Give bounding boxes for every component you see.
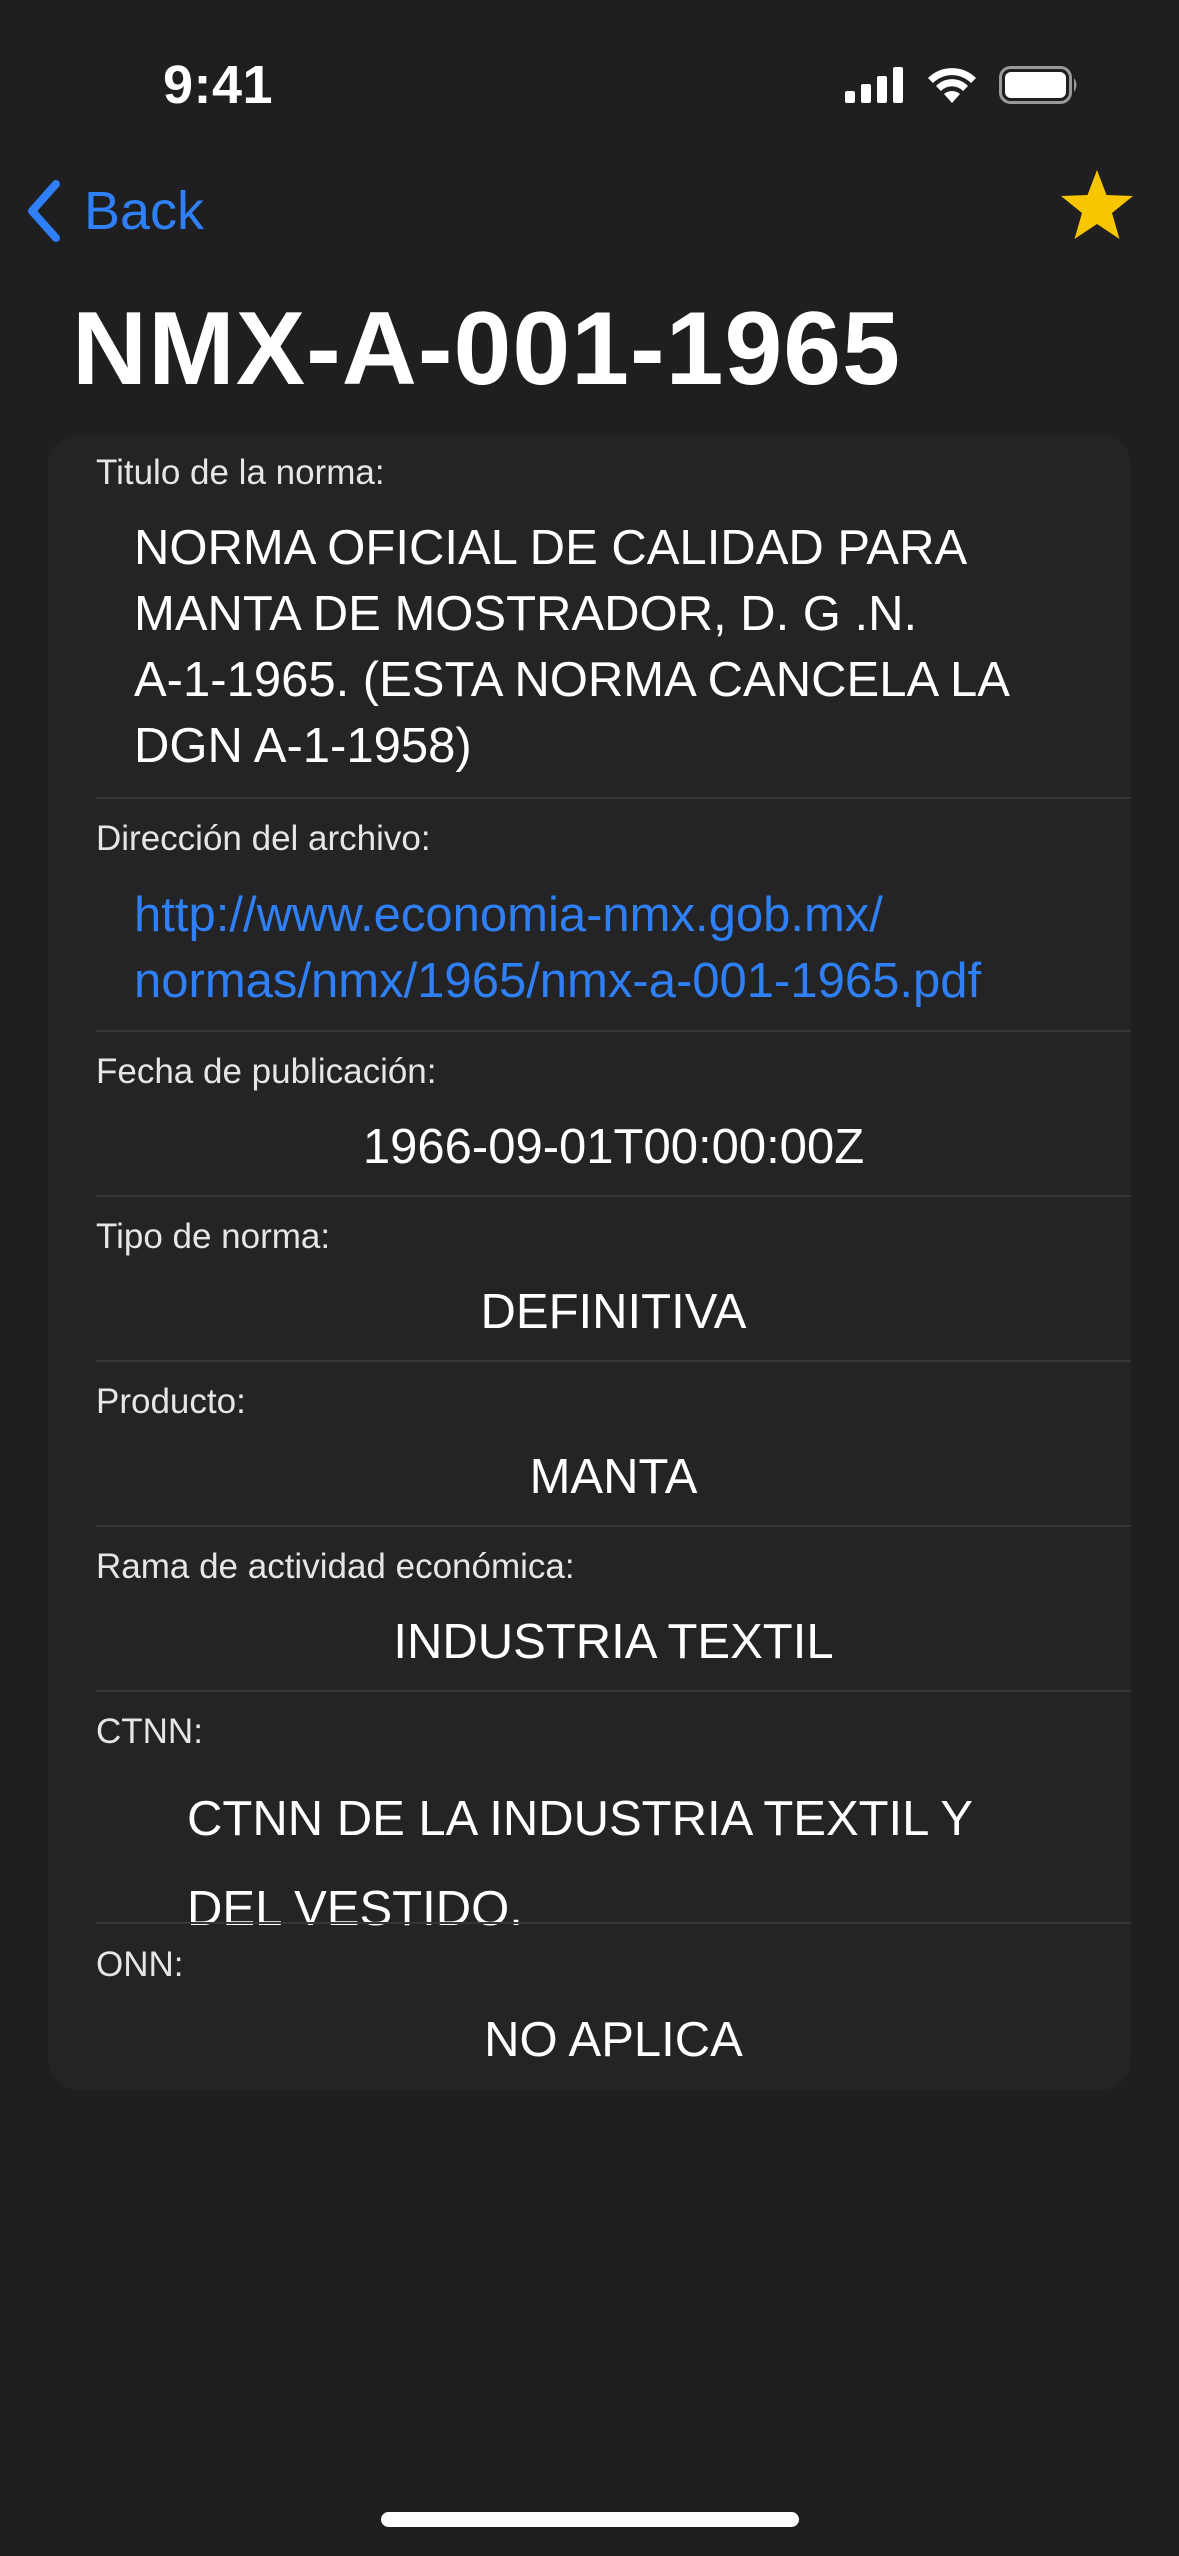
tipo-label: Tipo de norma:: [96, 1217, 331, 1256]
battery-icon: [999, 66, 1077, 104]
titulo-line: A-1-1965. (ESTA NORMA CANCELA LA: [134, 653, 1010, 707]
producto-label: Producto:: [96, 1382, 246, 1421]
divider: [96, 1360, 1131, 1362]
divider: [96, 1690, 1131, 1692]
titulo-line: DGN A-1-1958): [134, 719, 472, 773]
star-icon[interactable]: [1057, 166, 1137, 246]
onn-value: NO APLICA: [484, 2013, 743, 2067]
back-label: Back: [84, 181, 205, 241]
archivo-link-line[interactable]: http://www.economia-nmx.gob.mx/: [134, 882, 981, 948]
producto-value: MANTA: [529, 1450, 698, 1504]
tipo-value: DEFINITIVA: [480, 1285, 747, 1339]
ctnn-value: CTNN DE LA INDUSTRIA TEXTIL Y DEL VESTID…: [187, 1774, 973, 1954]
ctnn-line: CTNN DE LA INDUSTRIA TEXTIL Y: [187, 1792, 974, 1846]
details-card: Titulo de la norma: NORMA OFICIAL DE CAL…: [48, 435, 1131, 2090]
divider: [96, 1195, 1131, 1197]
titulo-value: NORMA OFICIAL DE CALIDAD PARA MANTA DE M…: [134, 515, 1010, 779]
cellular-signal-icon: [845, 67, 903, 103]
onn-label: ONN:: [96, 1945, 184, 1984]
page-title: NMX-A-001-1965: [72, 291, 901, 407]
status-bar: 9:41: [0, 0, 1179, 170]
divider: [96, 1525, 1131, 1527]
archivo-link-line[interactable]: normas/nmx/1965/nmx-a-001-1965.pdf: [134, 948, 981, 1014]
fecha-value: 1966-09-01T00:00:00Z: [362, 1120, 865, 1174]
direccion-label: Dirección del archivo:: [96, 819, 431, 858]
back-button[interactable]: Back: [24, 178, 204, 244]
status-time: 9:41: [163, 55, 274, 115]
ctnn-label: CTNN:: [96, 1712, 203, 1751]
wifi-icon: [928, 68, 976, 103]
chevron-left-icon: [28, 180, 60, 242]
home-indicator[interactable]: [381, 2512, 799, 2527]
archivo-link[interactable]: http://www.economia-nmx.gob.mx/ normas/n…: [134, 882, 981, 1014]
divider: [96, 797, 1131, 799]
status-icons: [845, 66, 1079, 104]
ctnn-line: DEL VESTIDO.: [187, 1882, 523, 1936]
rama-value: INDUSTRIA TEXTIL: [393, 1615, 834, 1669]
titulo-line: NORMA OFICIAL DE CALIDAD PARA: [134, 521, 968, 575]
navigation-bar: Back: [0, 170, 1179, 290]
titulo-line: MANTA DE MOSTRADOR, D. G .N.: [134, 587, 918, 641]
titulo-label: Titulo de la norma:: [96, 453, 385, 492]
rama-label: Rama de actividad económica:: [96, 1547, 575, 1586]
fecha-label: Fecha de publicación:: [96, 1052, 437, 1091]
divider: [96, 1922, 1131, 1924]
divider: [96, 1030, 1131, 1032]
